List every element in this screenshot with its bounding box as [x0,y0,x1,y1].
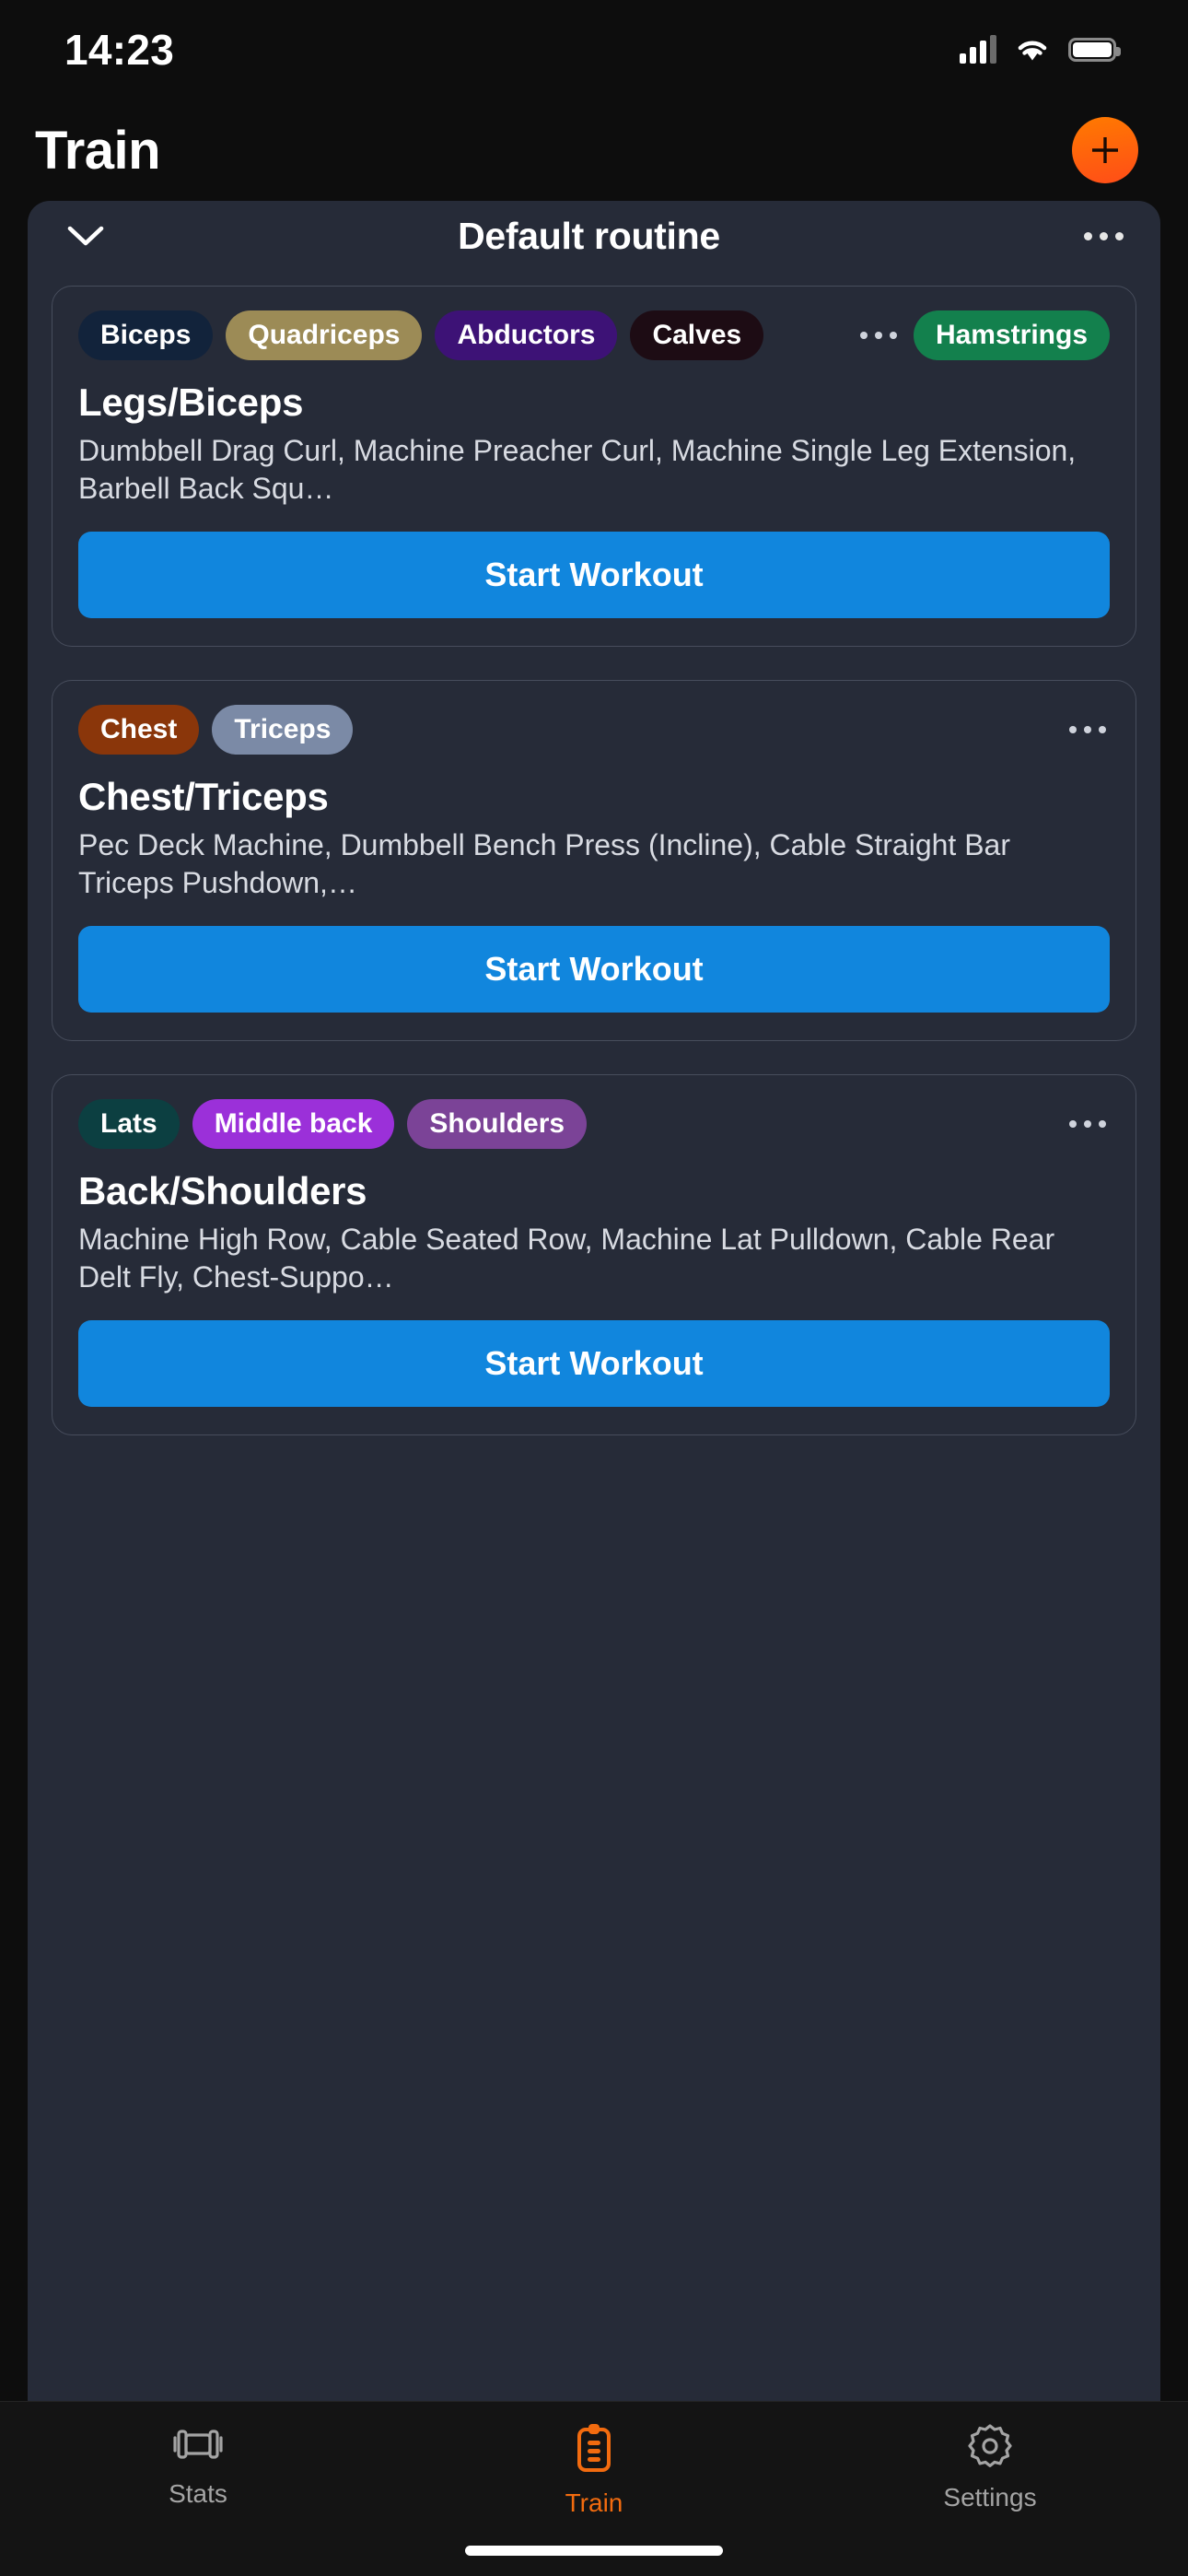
status-time: 14:23 [64,26,175,74]
tab-label: Train [565,2488,623,2517]
muscle-tag[interactable]: Shoulders [407,1098,588,1149]
workout-card-list: Biceps Quadriceps Abductors Calves Hamst… [28,271,1160,2401]
routine-header: Default routine [28,201,1160,271]
workout-exercises: Dumbbell Drag Curl, Machine Preacher Cur… [78,434,1077,505]
muscle-tag[interactable]: Hamstrings [913,310,1110,360]
tab-label: Stats [169,2479,227,2508]
muscle-tag[interactable]: Middle back [192,1098,395,1149]
home-indicator [465,2546,723,2556]
workout-card[interactable]: Chest Triceps Chest/Triceps Pec Deck Mac… [52,679,1136,1041]
status-icons [960,35,1121,64]
add-button[interactable] [1072,117,1138,183]
workout-menu-button[interactable] [1066,719,1110,741]
gear-icon [968,2424,1012,2467]
routine-sheet: Default routine Biceps Quadriceps Abduct… [28,201,1160,2401]
routine-title: Default routine [458,214,720,257]
workout-title: Back/Shoulders [78,1168,367,1212]
tab-train[interactable]: Train [502,2422,686,2518]
start-workout-button[interactable]: Start Workout [78,1319,1110,1407]
status-bar: 14:23 [0,0,1188,100]
workout-menu-button[interactable] [1066,1113,1110,1135]
workout-menu-button[interactable] [856,324,901,346]
tab-settings[interactable]: Settings [898,2422,1082,2512]
muscle-tag-row: Lats Middle back Shoulders [78,1098,1110,1149]
start-workout-button[interactable]: Start Workout [78,925,1110,1013]
muscle-tag-row: Chest Triceps [78,704,1110,755]
battery-icon [1068,38,1121,62]
muscle-tag[interactable]: Abductors [435,310,618,360]
tab-stats[interactable]: Stats [106,2422,290,2509]
start-workout-button[interactable]: Start Workout [78,531,1110,618]
plus-icon [1092,137,1118,163]
muscle-tag-row: Biceps Quadriceps Abductors Calves Hamst… [78,310,1110,360]
cellular-signal-icon [960,35,996,64]
tab-label: Settings [943,2483,1037,2512]
muscle-tag[interactable]: Biceps [78,310,214,360]
dumbbell-icon [173,2430,223,2459]
muscle-tag[interactable]: Calves [630,310,764,360]
app-screen: 14:23 Train Default routine Biceps Quadr… [0,0,1188,2576]
muscle-tag[interactable]: Chest [78,704,200,755]
workout-exercises: Machine High Row, Cable Seated Row, Mach… [78,1222,1055,1294]
workout-card[interactable]: Lats Middle back Shoulders Back/Shoulder… [52,1073,1136,1435]
workout-card[interactable]: Biceps Quadriceps Abductors Calves Hamst… [52,286,1136,647]
muscle-tag[interactable]: Triceps [212,704,354,755]
muscle-tag[interactable]: Lats [78,1098,180,1149]
workout-exercises: Pec Deck Machine, Dumbbell Bench Press (… [78,827,1010,899]
routine-menu-button[interactable] [1080,225,1127,248]
clipboard-icon [577,2424,611,2472]
workout-title: Chest/Triceps [78,774,329,818]
wifi-icon [1018,41,1047,61]
page-title: Train [35,120,161,181]
muscle-tag[interactable]: Quadriceps [226,310,423,360]
workout-title: Legs/Biceps [78,381,304,424]
nav-header: Train [0,100,1188,201]
